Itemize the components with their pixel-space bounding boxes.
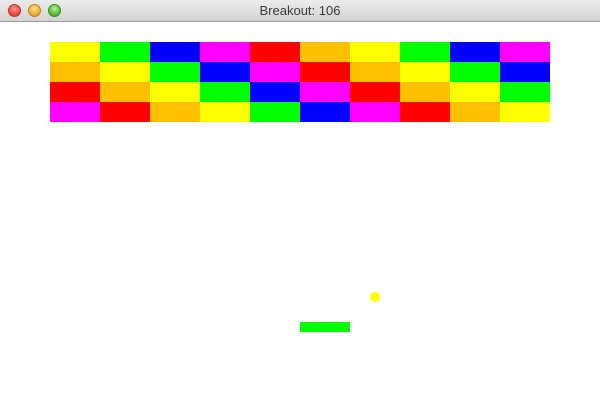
brick [350,42,400,62]
brick [200,102,250,122]
game-canvas[interactable] [0,22,600,400]
brick [250,82,300,102]
brick [150,82,200,102]
brick [150,62,200,82]
brick [300,42,350,62]
brick [500,62,550,82]
brick [350,82,400,102]
brick [100,42,150,62]
brick [50,102,100,122]
brick [400,102,450,122]
brick [200,42,250,62]
brick [400,62,450,82]
title-bar: Breakout: 106 [0,0,600,22]
paddle[interactable] [300,322,350,332]
brick [300,82,350,102]
brick [500,42,550,62]
brick [450,82,500,102]
brick [500,102,550,122]
brick [50,82,100,102]
brick [250,42,300,62]
brick [450,42,500,62]
brick [250,102,300,122]
brick [100,82,150,102]
brick [300,62,350,82]
brick [250,62,300,82]
brick [200,62,250,82]
brick [50,42,100,62]
brick [350,102,400,122]
brick [200,82,250,102]
brick [400,82,450,102]
brick [300,102,350,122]
brick [500,82,550,102]
brick [400,42,450,62]
game-window: Breakout: 106 [0,0,600,400]
brick [150,42,200,62]
window-title: Breakout: 106 [259,3,341,18]
brick [350,62,400,82]
brick-wall [50,42,550,122]
brick [150,102,200,122]
brick [50,62,100,82]
ball [370,292,380,302]
brick [450,62,500,82]
brick [450,102,500,122]
brick [100,102,150,122]
brick [100,62,150,82]
